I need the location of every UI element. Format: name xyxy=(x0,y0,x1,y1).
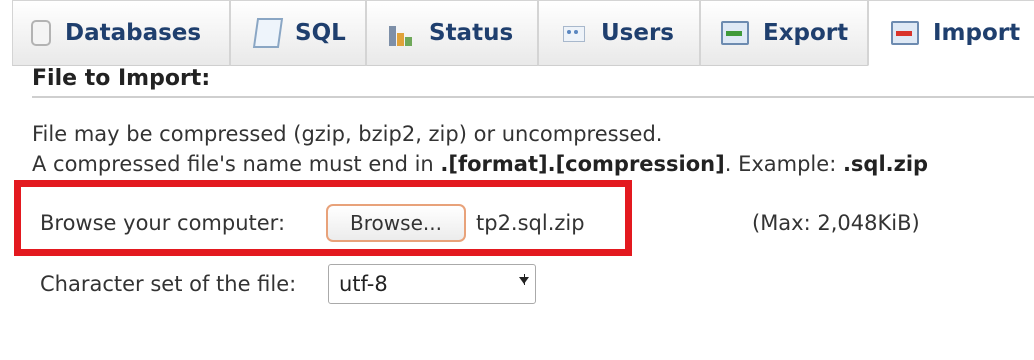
compression-info-text: File may be compressed (gzip, bzip2, zip… xyxy=(32,122,663,146)
import-icon xyxy=(891,21,919,45)
filename-rule-format: .[format].[compression] xyxy=(440,152,725,176)
max-size-text: (Max: 2,048KiB) xyxy=(752,211,920,235)
top-tab-bar: Databases SQL Status Users Export Import xyxy=(0,0,1034,66)
filename-rule-example: .sql.zip xyxy=(842,152,929,176)
filename-rule-text: A compressed file's name must end in .[f… xyxy=(32,152,928,176)
sql-icon xyxy=(252,18,284,48)
selected-filename: tp2.sql.zip xyxy=(476,211,585,235)
tab-export[interactable]: Export xyxy=(700,0,868,66)
tab-import-label: Import xyxy=(933,20,1021,46)
tab-export-label: Export xyxy=(763,20,849,46)
browse-label: Browse your computer: xyxy=(40,211,286,235)
charset-select-value: utf-8 xyxy=(339,272,388,296)
status-chart-icon xyxy=(389,20,415,46)
chevron-down-icon xyxy=(519,277,529,284)
export-icon xyxy=(721,21,749,45)
tab-databases-label: Databases xyxy=(65,20,202,46)
tab-status[interactable]: Status xyxy=(366,0,538,66)
filename-rule-prefix: A compressed file's name must end in xyxy=(32,152,441,176)
tab-databases[interactable]: Databases xyxy=(12,0,230,66)
charset-select[interactable]: utf-8 xyxy=(328,264,536,304)
charset-label: Character set of the file: xyxy=(40,272,297,296)
filename-rule-example-label: . Example: xyxy=(724,152,843,176)
tab-users-label: Users xyxy=(601,20,674,46)
tab-status-label: Status xyxy=(429,20,514,46)
browse-button[interactable]: Browse... xyxy=(326,204,466,242)
tab-sql[interactable]: SQL xyxy=(230,0,366,66)
section-title: File to Import: xyxy=(32,66,1034,98)
tab-users[interactable]: Users xyxy=(538,0,700,66)
tab-sql-label: SQL xyxy=(295,20,346,46)
users-icon xyxy=(561,20,587,46)
tab-import[interactable]: Import xyxy=(868,0,1034,66)
database-icon xyxy=(31,20,51,46)
